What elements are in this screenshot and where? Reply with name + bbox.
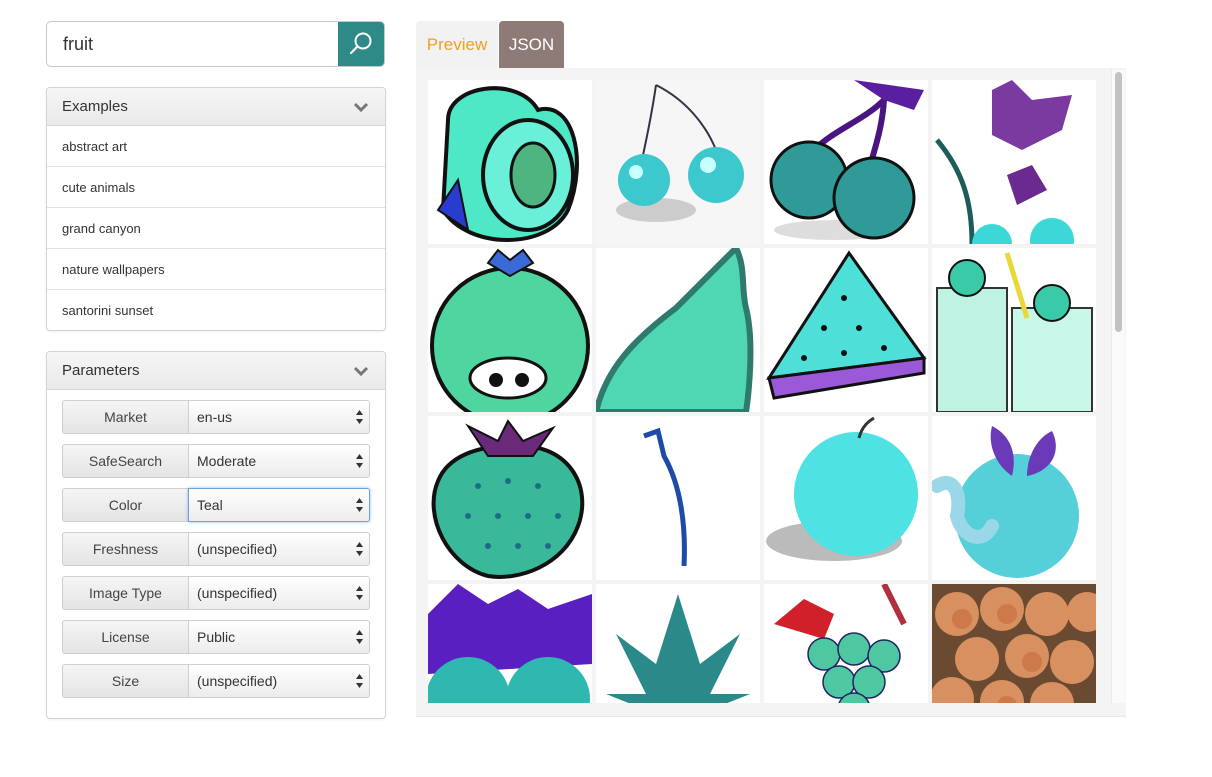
safesearch-select[interactable]: Moderate: [188, 444, 370, 478]
result-image-stem[interactable]: [596, 416, 760, 580]
chevron-down-icon: [353, 102, 369, 112]
select-arrows-icon: [356, 454, 363, 468]
market-select[interactable]: en-us: [188, 400, 370, 434]
results-scrollbar[interactable]: [1111, 70, 1125, 703]
param-label: Image Type: [62, 576, 188, 610]
param-row-image-type: Image Type (unspecified): [62, 576, 370, 610]
example-item[interactable]: cute animals: [47, 167, 385, 208]
parameters-header[interactable]: Parameters: [47, 352, 385, 390]
search-bar: [46, 21, 385, 67]
size-select[interactable]: (unspecified): [188, 664, 370, 698]
chevron-down-icon: [353, 366, 369, 376]
select-arrows-icon: [356, 630, 363, 644]
param-label: SafeSearch: [62, 444, 188, 478]
param-label: Color: [62, 488, 188, 522]
result-image-watermelon-slice[interactable]: [764, 248, 928, 412]
parameters-title: Parameters: [62, 362, 140, 379]
result-image-apple-shaded[interactable]: [764, 416, 928, 580]
result-image-cherries-dark[interactable]: [764, 80, 928, 244]
param-label: License: [62, 620, 188, 654]
select-value: Public: [197, 629, 236, 645]
result-image-peaches-photo[interactable]: [932, 584, 1096, 703]
examples-title: Examples: [62, 98, 128, 115]
search-icon: [349, 32, 372, 55]
image-results-grid: [428, 80, 1096, 703]
search-input[interactable]: [47, 22, 338, 66]
example-item[interactable]: grand canyon: [47, 208, 385, 249]
result-image-pineapple-top[interactable]: [596, 584, 760, 703]
example-item[interactable]: abstract art: [47, 126, 385, 167]
select-value: (unspecified): [197, 585, 278, 601]
result-image-apple-worm[interactable]: [932, 416, 1096, 580]
param-label: Market: [62, 400, 188, 434]
result-image-strawberry-smoothie[interactable]: [932, 248, 1096, 412]
result-image-grapes[interactable]: [764, 584, 928, 703]
tab-json[interactable]: JSON: [499, 21, 564, 68]
parameters-panel: Parameters Market en-us SafeSearch Moder…: [46, 351, 386, 719]
select-arrows-icon: [356, 586, 363, 600]
color-select[interactable]: Teal: [188, 488, 370, 522]
example-item[interactable]: nature wallpapers: [47, 249, 385, 290]
select-value: Teal: [197, 497, 223, 513]
result-image-peach[interactable]: [428, 80, 592, 244]
search-button[interactable]: [338, 22, 384, 66]
select-arrows-icon: [356, 542, 363, 556]
result-image-cherries-glossy[interactable]: [596, 80, 760, 244]
select-arrows-icon: [356, 498, 363, 512]
scrollbar-thumb[interactable]: [1115, 72, 1122, 332]
param-row-market: Market en-us: [62, 400, 370, 434]
result-image-strawberry[interactable]: [428, 416, 592, 580]
param-row-size: Size (unspecified): [62, 664, 370, 698]
image-type-select[interactable]: (unspecified): [188, 576, 370, 610]
examples-header[interactable]: Examples: [47, 88, 385, 126]
select-value: (unspecified): [197, 673, 278, 689]
select-value: en-us: [197, 409, 233, 425]
param-row-color: Color Teal: [62, 488, 370, 522]
select-value: (unspecified): [197, 541, 278, 557]
param-label: Freshness: [62, 532, 188, 566]
examples-panel: Examples abstract art cute animals grand…: [46, 87, 386, 331]
result-image-blueberry-face[interactable]: [428, 248, 592, 412]
freshness-select[interactable]: (unspecified): [188, 532, 370, 566]
tab-preview[interactable]: Preview: [416, 21, 498, 68]
result-image-cherry-branch-leaves[interactable]: [932, 80, 1096, 244]
select-arrows-icon: [356, 674, 363, 688]
result-image-pear[interactable]: [596, 248, 760, 412]
param-label: Size: [62, 664, 188, 698]
param-row-safesearch: SafeSearch Moderate: [62, 444, 370, 478]
result-image-blackberries-leaves[interactable]: [428, 584, 592, 703]
param-row-license: License Public: [62, 620, 370, 654]
select-arrows-icon: [356, 410, 363, 424]
license-select[interactable]: Public: [188, 620, 370, 654]
param-row-freshness: Freshness (unspecified): [62, 532, 370, 566]
example-item[interactable]: santorini sunset: [47, 290, 385, 331]
select-value: Moderate: [197, 453, 257, 469]
